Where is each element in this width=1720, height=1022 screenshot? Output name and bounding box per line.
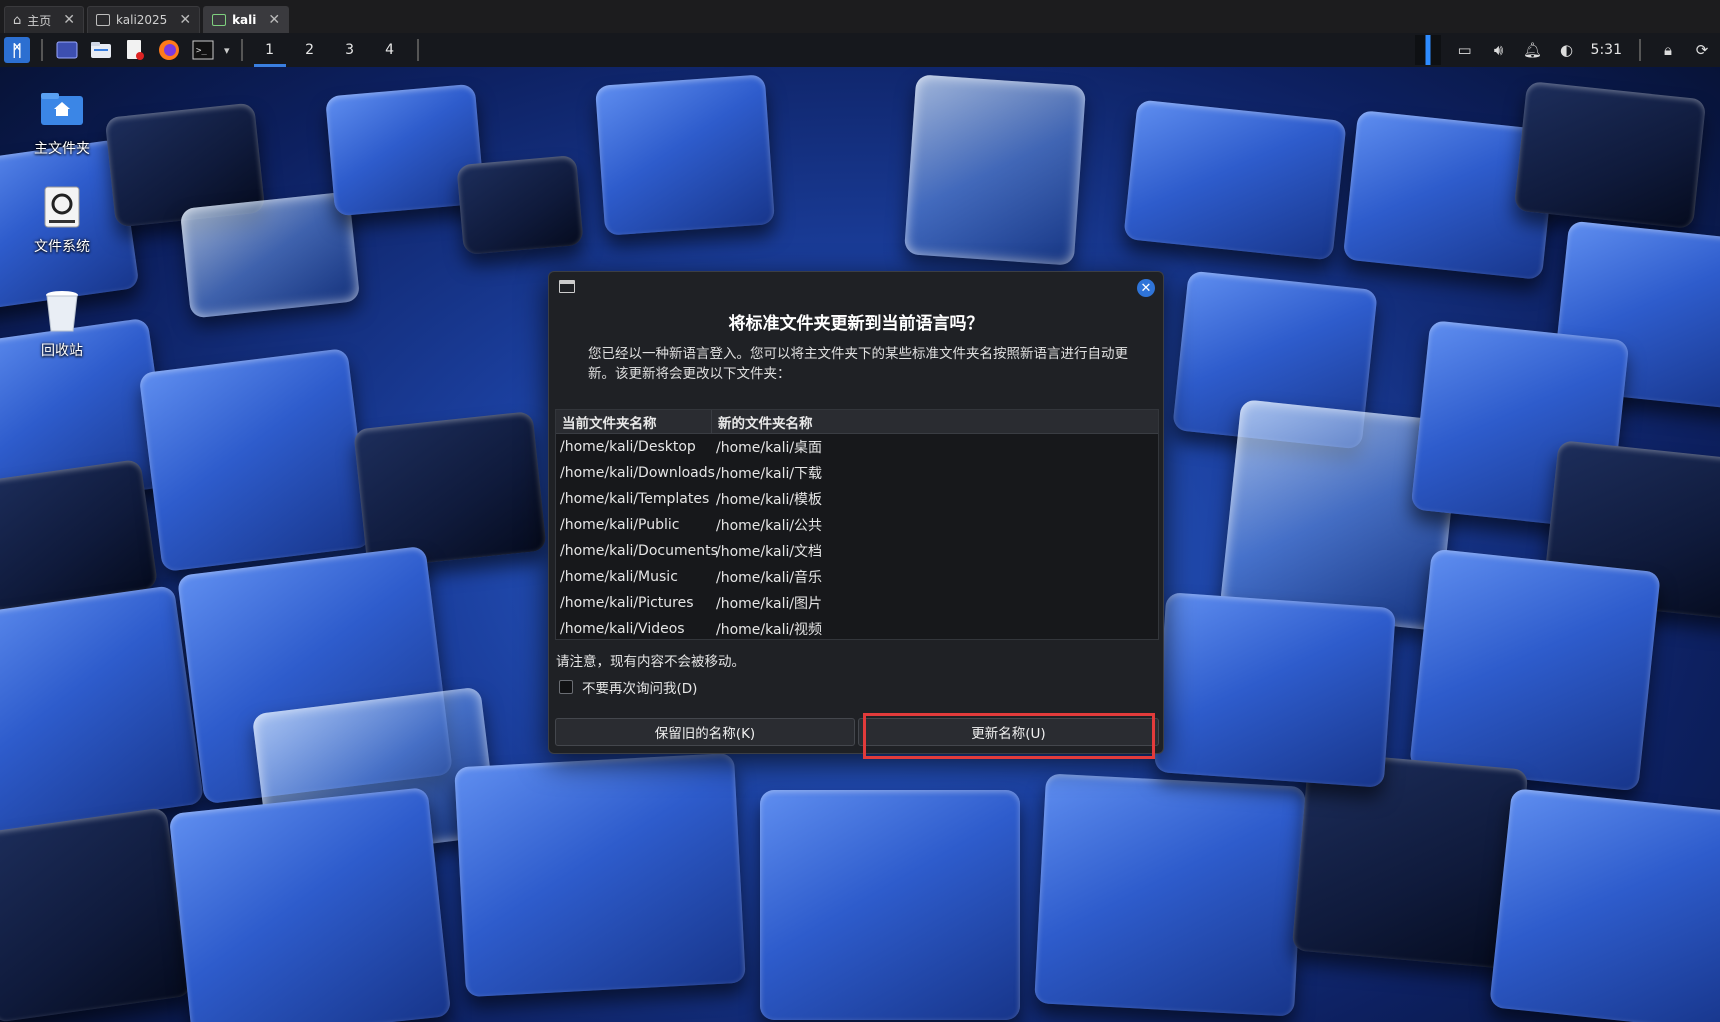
rename-folders-dialog: ✕ 将标准文件夹更新到当前语言吗？ 您已经以一种新语言登入。您可以将主文件夹下的… — [548, 271, 1164, 754]
show-desktop-icon[interactable] — [54, 37, 80, 63]
new-folder-cell: /home/kali/公共 — [716, 518, 823, 534]
lock-icon[interactable]: 🔒︎ — [1658, 40, 1678, 60]
dialog-description: 您已经以一种新语言登入。您可以将主文件夹下的某些标准文件夹名按照新语言进行自动更… — [588, 346, 1128, 382]
workspace-4[interactable]: 4 — [374, 33, 406, 67]
power-icon[interactable]: ◐ — [1557, 40, 1577, 60]
vm-tab-strip: ⌂ 主页 ✕ kali2025 ✕ kali ✕ — [0, 0, 1720, 33]
new-folder-cell: /home/kali/模板 — [716, 492, 823, 508]
table-body: /home/kali/Desktop/home/kali/桌面/home/kal… — [556, 434, 1158, 642]
home-folder-icon — [39, 86, 85, 132]
new-folder-cell: /home/kali/文档 — [716, 544, 823, 560]
tab-label: 主页 — [27, 13, 52, 28]
file-manager-icon[interactable] — [88, 37, 114, 63]
home-icon: ⌂ — [13, 12, 22, 28]
tab-home[interactable]: ⌂ 主页 ✕ — [4, 6, 85, 33]
desktop-icon-label: 文件系统 — [34, 239, 90, 255]
dont-ask-again-checkbox[interactable]: 不要再次询问我(D) — [559, 677, 697, 697]
highlight-box — [863, 713, 1155, 759]
desktop-icon-trash[interactable]: 回收站 — [16, 288, 108, 360]
checkbox-label: 不要再次询问我(D) — [582, 681, 698, 697]
column-header-new[interactable]: 新的文件夹名称 — [712, 410, 813, 433]
panel-separator — [416, 39, 419, 61]
window-menu-icon[interactable] — [559, 280, 575, 293]
chevron-down-icon[interactable]: ▾ — [224, 44, 230, 57]
table-header: 当前文件夹名称 新的文件夹名称 — [556, 410, 1158, 434]
workspace-label: 3 — [345, 42, 354, 58]
panel-separator — [240, 39, 243, 61]
desktop-icon-home[interactable]: 主文件夹 — [16, 86, 108, 158]
table-row[interactable]: /home/kali/Templates/home/kali/模板 — [556, 486, 1158, 512]
clock[interactable]: 5:31 — [1591, 42, 1622, 58]
new-folder-cell: /home/kali/图片 — [716, 596, 823, 612]
top-panel: ᛗ >_ ▾ 1 2 3 4 ▭ 🔊︎ 🔔︎ ◐ 5:31 🔒︎ ⟳ — [0, 33, 1720, 67]
logout-icon[interactable]: ⟳ — [1692, 40, 1712, 60]
close-icon[interactable]: ✕ — [268, 12, 280, 28]
kali-menu-icon[interactable]: ᛗ — [4, 37, 30, 63]
tab-kali[interactable]: kali ✕ — [203, 6, 290, 33]
table-row[interactable]: /home/kali/Music/home/kali/音乐 — [556, 564, 1158, 590]
workspace-3[interactable]: 3 — [334, 33, 366, 67]
keep-old-names-button[interactable]: 保留旧的名称(K) — [555, 718, 855, 746]
current-folder-cell: /home/kali/Downloads — [560, 465, 715, 481]
new-folder-cell: /home/kali/音乐 — [716, 570, 823, 586]
current-folder-cell: /home/kali/Public — [560, 517, 680, 533]
table-row[interactable]: /home/kali/Videos/home/kali/视频 — [556, 616, 1158, 642]
vm-running-icon — [212, 14, 227, 26]
table-row[interactable]: /home/kali/Public/home/kali/公共 — [556, 512, 1158, 538]
panel-separator — [1639, 39, 1641, 61]
desktop-icon-filesystem[interactable]: 文件系统 — [16, 184, 108, 256]
workspace-2[interactable]: 2 — [294, 33, 326, 67]
dialog-title: 将标准文件夹更新到当前语言吗？ — [728, 314, 984, 334]
tab-label: kali — [232, 13, 257, 27]
current-folder-cell: /home/kali/Desktop — [560, 439, 696, 455]
workspace-label: 1 — [265, 42, 274, 58]
desktop-icon-label: 回收站 — [41, 343, 83, 359]
current-folder-cell: /home/kali/Documents — [560, 543, 718, 559]
firefox-icon[interactable] — [156, 37, 182, 63]
new-folder-cell: /home/kali/下载 — [716, 466, 823, 482]
table-row[interactable]: /home/kali/Downloads/home/kali/下载 — [556, 460, 1158, 486]
close-icon[interactable]: ✕ — [63, 12, 75, 28]
tab-label: kali2025 — [116, 13, 168, 27]
trash-icon — [39, 288, 85, 334]
text-editor-icon[interactable] — [122, 37, 148, 63]
volume-icon[interactable]: 🔊︎ — [1489, 40, 1509, 60]
tab-kali2025[interactable]: kali2025 ✕ — [87, 6, 201, 33]
drive-icon — [39, 184, 85, 230]
table-row[interactable]: /home/kali/Desktop/home/kali/桌面 — [556, 434, 1158, 460]
table-row[interactable]: /home/kali/Pictures/home/kali/图片 — [556, 590, 1158, 616]
vm-icon — [96, 14, 111, 26]
dialog-note: 请注意，现有内容不会被移动。 — [556, 654, 745, 670]
current-folder-cell: /home/kali/Pictures — [560, 595, 694, 611]
desktop-icon-label: 主文件夹 — [34, 141, 90, 157]
workspace-1[interactable]: 1 — [253, 33, 286, 67]
svg-text:>_: >_ — [196, 46, 207, 56]
folder-table: 当前文件夹名称 新的文件夹名称 /home/kali/Desktop/home/… — [555, 409, 1159, 640]
display-icon[interactable]: ▭ — [1455, 40, 1475, 60]
close-icon[interactable]: ✕ — [179, 12, 191, 28]
cpu-graph — [1414, 35, 1441, 65]
table-row[interactable]: /home/kali/Documents/home/kali/文档 — [556, 538, 1158, 564]
close-icon[interactable]: ✕ — [1137, 279, 1155, 297]
checkbox-box[interactable] — [559, 680, 573, 694]
current-folder-cell: /home/kali/Videos — [560, 621, 685, 637]
workspace-label: 4 — [385, 42, 394, 58]
current-folder-cell: /home/kali/Templates — [560, 491, 710, 507]
current-folder-cell: /home/kali/Music — [560, 569, 678, 585]
notification-bell-icon[interactable]: 🔔︎ — [1523, 40, 1543, 60]
terminal-icon[interactable]: >_ — [190, 37, 216, 63]
column-header-current[interactable]: 当前文件夹名称 — [556, 410, 712, 433]
workspace-label: 2 — [305, 42, 314, 58]
new-folder-cell: /home/kali/视频 — [716, 622, 823, 638]
new-folder-cell: /home/kali/桌面 — [716, 440, 823, 456]
panel-separator — [41, 39, 43, 61]
